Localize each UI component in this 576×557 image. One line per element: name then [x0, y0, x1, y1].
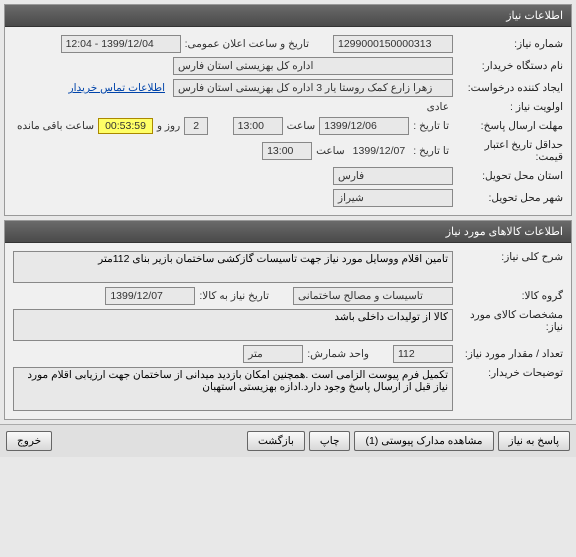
notes-field	[13, 367, 453, 411]
qty-label: تعداد / مقدار مورد نیاز:	[453, 348, 563, 360]
until-label: تا تاریخ :	[409, 120, 453, 132]
need-date-label: تاریخ نیاز به کالا:	[195, 290, 273, 302]
panel2-header: اطلاعات کالاهای مورد نیاز	[5, 221, 571, 243]
credit-label: حداقل تاریخ اعتبار قیمت:	[453, 139, 563, 163]
time-label-2: ساعت	[312, 145, 349, 157]
view-attachments-button[interactable]: مشاهده مدارک پیوستی (1)	[354, 431, 493, 451]
days-label: روز و	[153, 120, 184, 132]
credit-date: 1399/12/07	[349, 145, 410, 157]
unit-field: متر	[243, 345, 303, 363]
priority-label: اولویت نیاز :	[453, 101, 563, 113]
need-no-field: 1299000150000313	[333, 35, 453, 53]
group-field: تاسیسات و مصالح ساختمانی	[293, 287, 453, 305]
spec-label: مشخصات کالای مورد نیاز:	[453, 309, 563, 333]
city-field: شیراز	[333, 189, 453, 207]
province-field: فارس	[333, 167, 453, 185]
days-field: 2	[184, 117, 208, 135]
buyer-org-field: اداره کل بهزیستی استان فارس	[173, 57, 453, 75]
priority-value: عادی	[423, 101, 453, 113]
creator-label: ایجاد کننده درخواست:	[453, 82, 563, 94]
buyer-contact-link[interactable]: اطلاعات تماس خریدار	[69, 82, 165, 94]
announce-field: 1399/12/04 - 12:04	[61, 35, 181, 53]
city-label: شهر محل تحویل:	[453, 192, 563, 204]
countdown-timer: 00:53:59	[98, 118, 153, 134]
need-no-label: شماره نیاز:	[453, 38, 563, 50]
deadline-label: مهلت ارسال پاسخ:	[453, 120, 563, 132]
credit-time-field: 13:00	[262, 142, 312, 160]
qty-field: 112	[393, 345, 453, 363]
reply-button[interactable]: پاسخ به نیاز	[498, 431, 570, 451]
creator-field: زهرا زارع کمک روستا یار 3 اداره کل بهزیس…	[173, 79, 453, 97]
goods-info-panel: اطلاعات کالاهای مورد نیاز شرح کلی نیاز: …	[4, 220, 572, 420]
unit-label: واحد شمارش:	[303, 348, 373, 360]
panel1-header: اطلاعات نیاز	[5, 5, 571, 27]
until-date-field: 1399/12/06	[319, 117, 409, 135]
credit-until-label: تا تاریخ :	[409, 145, 453, 157]
time-label-1: ساعت	[283, 120, 320, 132]
province-label: استان محل تحویل:	[453, 170, 563, 182]
print-button[interactable]: چاپ	[309, 431, 351, 451]
until-time-field: 13:00	[233, 117, 283, 135]
desc-field	[13, 251, 453, 283]
announce-label: تاریخ و ساعت اعلان عمومی:	[181, 38, 313, 50]
remain-label: ساعت باقی مانده	[13, 120, 98, 132]
need-date-field: 1399/12/07	[105, 287, 195, 305]
buyer-org-label: نام دستگاه خریدار:	[453, 60, 563, 72]
exit-button[interactable]: خروج	[6, 431, 52, 451]
desc-label: شرح کلی نیاز:	[453, 251, 563, 263]
spec-field	[13, 309, 453, 341]
back-button[interactable]: بازگشت	[247, 431, 305, 451]
notes-label: توضیحات خریدار:	[453, 367, 563, 379]
need-info-panel: اطلاعات نیاز شماره نیاز: 129900015000031…	[4, 4, 572, 216]
group-label: گروه کالا:	[453, 290, 563, 302]
button-bar: پاسخ به نیاز مشاهده مدارک پیوستی (1) چاپ…	[0, 424, 576, 457]
